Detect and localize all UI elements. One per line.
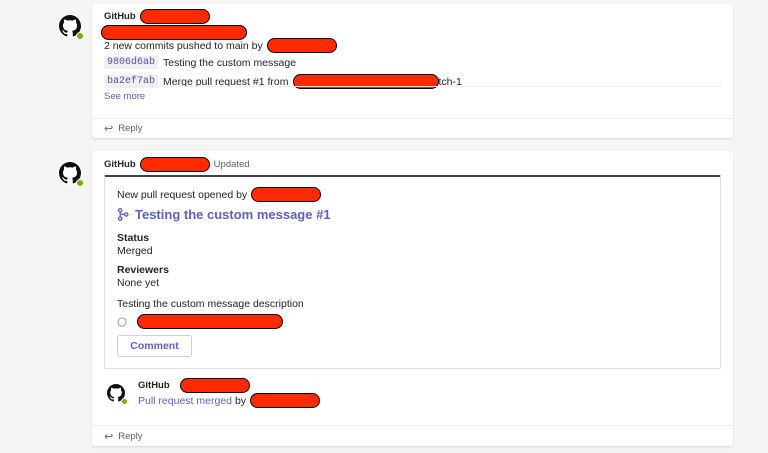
merged-by-text: by bbox=[234, 394, 247, 407]
commit-row: 9806d6ab Testing the custom message bbox=[104, 56, 296, 69]
repo-row bbox=[117, 314, 283, 329]
message-header: GitHub Updated bbox=[104, 157, 250, 172]
redacted-text bbox=[251, 187, 322, 202]
github-avatar[interactable] bbox=[106, 383, 128, 405]
redacted-text bbox=[266, 38, 337, 53]
reply-arrow-icon: ↩ bbox=[104, 123, 114, 135]
redacted-text bbox=[250, 393, 321, 408]
adaptive-card: New pull request opened by Testing the c… bbox=[104, 175, 721, 369]
opened-by-text: New pull request opened by bbox=[117, 188, 248, 201]
sender-name: GitHub bbox=[138, 380, 170, 391]
opened-by-row: New pull request opened by bbox=[117, 187, 322, 202]
reply-label: Reply bbox=[118, 430, 143, 442]
sender-name: GitHub bbox=[104, 159, 136, 170]
redacted-text bbox=[139, 9, 210, 24]
status-value: Merged bbox=[117, 245, 153, 257]
redacted-text bbox=[137, 314, 283, 329]
message-card-commits: GitHub 2 new commits pushed to main by 9… bbox=[92, 4, 733, 138]
comment-button[interactable]: Comment bbox=[117, 335, 192, 357]
pull-request-icon bbox=[117, 208, 129, 221]
commit-sha-link[interactable]: 9806d6ab bbox=[104, 56, 159, 69]
presence-available-icon bbox=[121, 398, 128, 405]
reply-button[interactable]: ↩ Reply bbox=[92, 118, 733, 138]
presence-available-icon bbox=[76, 32, 84, 40]
github-avatar[interactable] bbox=[58, 161, 84, 187]
pull-request-merged-link[interactable]: Pull request merged bbox=[138, 395, 232, 407]
push-summary: 2 new commits pushed to main by bbox=[104, 38, 337, 53]
presence-available-icon bbox=[76, 179, 84, 187]
pr-description: Testing the custom message description bbox=[117, 298, 304, 310]
pr-title-link[interactable]: Testing the custom message #1 bbox=[117, 207, 331, 222]
reply-label: Reply bbox=[118, 123, 143, 134]
reviewers-value: None yet bbox=[117, 277, 160, 289]
redacted-text bbox=[139, 157, 210, 172]
see-more-link[interactable]: See more bbox=[104, 91, 145, 102]
message-header: GitHub bbox=[104, 9, 210, 24]
sender-name: GitHub bbox=[104, 11, 136, 22]
github-avatar[interactable] bbox=[58, 14, 84, 40]
message-card-pull-request: GitHub Updated New pull request opened b… bbox=[92, 151, 733, 446]
reviewers-label: Reviewers bbox=[117, 264, 169, 276]
status-label: Status bbox=[117, 232, 150, 244]
redacted-text bbox=[179, 378, 250, 393]
commit-message: Testing the custom message bbox=[163, 56, 297, 69]
updated-label: Updated bbox=[213, 159, 250, 170]
push-summary-text: 2 new commits pushed to main by bbox=[104, 39, 263, 52]
reply-arrow-icon: ↩ bbox=[104, 430, 114, 443]
divider bbox=[104, 86, 723, 87]
github-small-icon bbox=[117, 316, 127, 327]
merged-row: Pull request merged by bbox=[138, 393, 321, 408]
pr-title-text: Testing the custom message #1 bbox=[135, 207, 331, 222]
reply-header: GitHub bbox=[138, 378, 250, 393]
reply-button[interactable]: ↩ Reply bbox=[92, 425, 733, 446]
